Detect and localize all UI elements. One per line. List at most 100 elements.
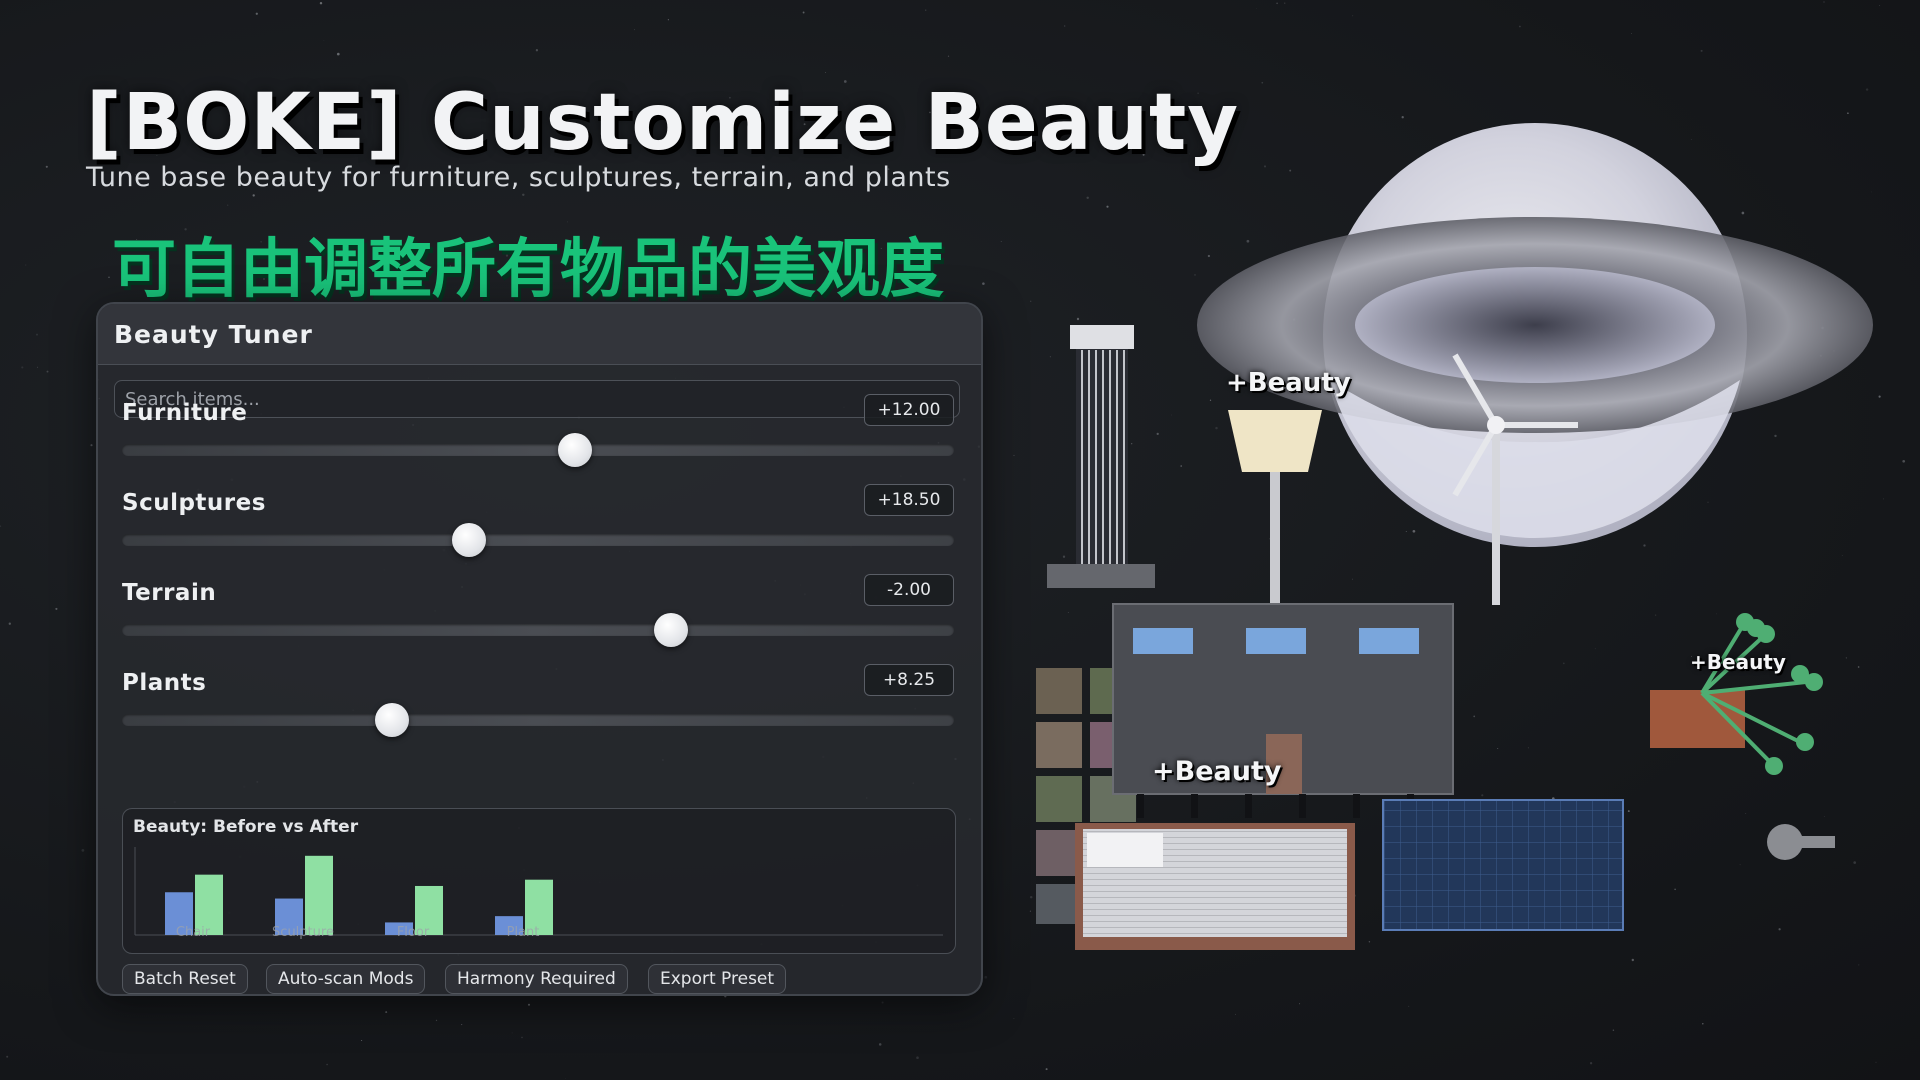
beauty-tuner-panel: Beauty Tuner Furniture +12.00 Sculptures…	[96, 302, 983, 996]
star	[878, 1043, 882, 1046]
star	[36, 333, 38, 336]
chinese-tagline: 可自由调整所有物品的美观度	[112, 233, 944, 307]
chart-bar	[305, 855, 333, 935]
star	[1299, 1003, 1301, 1005]
star	[667, 19, 669, 21]
star	[511, 1032, 513, 1034]
chart-category-label: Chair	[176, 925, 211, 940]
star	[25, 264, 27, 266]
star	[336, 52, 340, 56]
pillar-flutes	[1081, 350, 1125, 565]
star	[1256, 7, 1257, 9]
lamp-shade	[1228, 410, 1322, 472]
before-after-chart: Chair Sculpture Floor Plant Beauty: Before …	[122, 808, 956, 954]
star	[947, 55, 950, 57]
star	[361, 1039, 363, 1042]
slider-handle[interactable]	[375, 703, 410, 737]
star	[108, 276, 110, 279]
slider-track[interactable]	[122, 534, 954, 546]
slider-furniture: Furniture +12.00	[122, 394, 954, 468]
star	[984, 975, 988, 979]
auto-scan-mods-button[interactable]: Auto-scan Mods	[266, 964, 426, 994]
harmony-required-button[interactable]: Harmony Required	[445, 964, 628, 994]
star	[385, 1011, 388, 1014]
star	[1235, 1013, 1236, 1015]
slider-handle[interactable]	[451, 523, 486, 557]
chart-category-label: Plant	[507, 925, 540, 940]
slider-terrain: Terrain -2.00	[122, 574, 954, 648]
slider-value-field[interactable]: +18.50	[864, 484, 954, 516]
star	[1700, 49, 1703, 52]
star	[535, 49, 539, 52]
windmill-hub	[1487, 416, 1505, 434]
star	[6, 1055, 9, 1058]
star	[255, 12, 258, 15]
star	[55, 607, 58, 610]
star	[1045, 1068, 1048, 1071]
slider-track[interactable]	[122, 714, 954, 726]
pillar-cap	[1070, 325, 1134, 349]
star	[1702, 1023, 1704, 1025]
ring-inner	[1355, 267, 1715, 383]
house-window	[1359, 628, 1419, 654]
star	[982, 282, 985, 285]
star	[1631, 33, 1632, 35]
star	[521, 1036, 523, 1039]
star	[1612, 1029, 1615, 1031]
star	[916, 1056, 919, 1060]
star	[1519, 25, 1521, 28]
pillar-base	[1047, 564, 1155, 588]
slider-track[interactable]	[122, 444, 954, 456]
solar-panel	[1382, 799, 1624, 931]
star	[319, 1, 323, 5]
chart-title: Beauty: Before vs After	[133, 817, 359, 837]
panel-header: Beauty Tuner	[98, 304, 981, 365]
slider-value-field[interactable]: +8.25	[864, 664, 954, 696]
star	[1352, 15, 1354, 17]
plant-leaves	[1736, 613, 1823, 775]
page-subtitle: Tune base beauty for furniture, sculptur…	[86, 162, 951, 193]
star	[1875, 1061, 1877, 1063]
star	[37, 366, 39, 368]
star	[323, 40, 325, 41]
star	[1261, 81, 1264, 84]
slider-value-field[interactable]: -2.00	[864, 574, 954, 606]
stage: [BOKE] Customize Beauty Tune base beauty…	[0, 0, 1920, 1080]
small-device-arm	[1800, 836, 1835, 848]
beauty-label-lamp: +Beauty	[1226, 368, 1351, 398]
slider-plants: Plants +8.25	[122, 664, 954, 738]
slider-handle[interactable]	[558, 433, 593, 467]
slider-value-field[interactable]: +12.00	[864, 394, 954, 426]
star	[326, 1063, 328, 1066]
star	[825, 72, 826, 74]
star	[1408, 1005, 1410, 1007]
star	[45, 165, 48, 168]
beauty-label-house: +Beauty	[1152, 756, 1282, 787]
chart-category-label: Floor	[397, 925, 430, 940]
slider-handle[interactable]	[654, 613, 689, 647]
chart-category-label: Sculpture	[272, 925, 334, 940]
slider-label: Furniture	[122, 400, 248, 426]
star	[1276, 2, 1278, 5]
star	[1879, 5, 1881, 7]
export-preset-button[interactable]: Export Preset	[648, 964, 787, 994]
small-device	[1767, 824, 1803, 860]
star	[8, 622, 11, 625]
star	[528, 1003, 530, 1006]
star	[81, 849, 85, 852]
slider-track[interactable]	[122, 624, 954, 636]
star	[21, 366, 24, 369]
beauty-label-plant: +Beauty	[1690, 650, 1786, 674]
slider-sculptures: Sculptures +18.50	[122, 484, 954, 558]
house-window	[1246, 628, 1306, 654]
star	[252, 194, 255, 197]
slider-label: Sculptures	[122, 490, 266, 516]
star	[881, 1001, 884, 1004]
panel-title: Beauty Tuner	[114, 320, 313, 349]
star	[461, 1024, 463, 1026]
star	[565, 1078, 566, 1079]
slider-label: Plants	[122, 670, 207, 696]
batch-reset-button[interactable]: Batch Reset	[122, 964, 248, 994]
fence-posts	[1137, 794, 1414, 818]
star	[522, 193, 525, 197]
